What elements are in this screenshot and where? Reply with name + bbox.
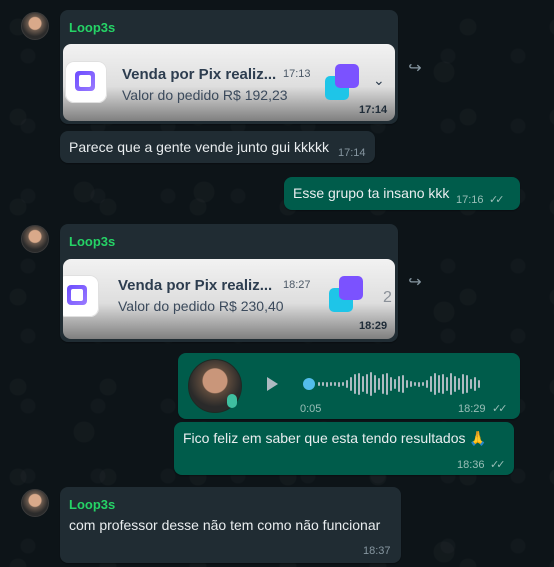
play-icon[interactable] [267, 377, 278, 391]
double-check-icon: ✓✓ [489, 194, 505, 206]
sender-name[interactable]: Loop3s [69, 497, 115, 512]
app-icon [65, 61, 107, 103]
message-time: 17:14 [359, 104, 388, 116]
incoming-message[interactable]: Loop3s Venda por Pix realiz... 18:27 Val… [60, 224, 398, 342]
voice-message[interactable]: 0:05 18:29 ✓✓ [178, 353, 520, 419]
outgoing-message[interactable]: Esse grupo ta insano kkk 17:16 ✓✓ [284, 177, 520, 210]
sender-name[interactable]: Loop3s [69, 20, 115, 35]
avatar[interactable] [21, 12, 49, 40]
audio-waveform[interactable] [318, 372, 480, 396]
incoming-message[interactable]: Loop3s Venda por Pix realiz... 17:13 Val… [60, 10, 398, 124]
message-time: 18:37 [363, 545, 391, 557]
forward-icon[interactable]: ↪ [402, 56, 428, 82]
card-subtitle: Valor do pedido R$ 192,23 [122, 87, 288, 103]
incoming-message[interactable]: Parece que a gente vende junto gui kkkkk… [60, 131, 375, 163]
outgoing-message[interactable]: Fico feliz em saber que esta tendo resul… [174, 422, 514, 475]
message-text: Parece que a gente vende junto gui kkkkk [69, 139, 329, 155]
sale-notification-card[interactable]: Venda por Pix realiz... 18:27 Valor do p… [63, 259, 395, 339]
sender-name[interactable]: Loop3s [69, 234, 115, 249]
card-title: Venda por Pix realiz... [118, 277, 273, 294]
sale-notification-card[interactable]: Venda por Pix realiz... 17:13 Valor do p… [63, 44, 395, 121]
playback-scrubber[interactable] [303, 378, 315, 390]
message-time: 17:14 [338, 147, 366, 159]
overflow-count: 2 [383, 289, 392, 306]
app-icon [63, 275, 99, 317]
brand-logo-icon [329, 276, 365, 312]
message-time: 18:29 [359, 320, 388, 332]
message-text: Fico feliz em saber que esta tendo resul… [183, 430, 487, 446]
double-check-icon: ✓✓ [490, 459, 506, 471]
card-time: 18:27 [283, 279, 311, 291]
card-subtitle: Valor do pedido R$ 230,40 [118, 298, 284, 314]
card-time: 17:13 [283, 68, 311, 80]
forward-icon[interactable]: ↪ [402, 270, 428, 296]
voice-duration: 0:05 [300, 403, 322, 415]
incoming-message[interactable]: Loop3s com professor desse não tem como … [60, 487, 401, 563]
message-text: Esse grupo ta insano kkk [293, 185, 450, 201]
mic-icon [227, 394, 237, 408]
avatar[interactable] [21, 489, 49, 517]
message-time: 18:29 [458, 403, 486, 415]
double-check-icon: ✓✓ [492, 403, 508, 415]
brand-logo-icon [325, 64, 361, 100]
message-time: 17:16 [456, 194, 484, 206]
message-text: com professor desse não tem como não fun… [69, 517, 381, 533]
message-time: 18:36 [457, 459, 485, 471]
card-title: Venda por Pix realiz... [122, 66, 277, 83]
avatar[interactable] [21, 225, 49, 253]
chevron-down-icon[interactable]: ⌄ [373, 72, 385, 89]
